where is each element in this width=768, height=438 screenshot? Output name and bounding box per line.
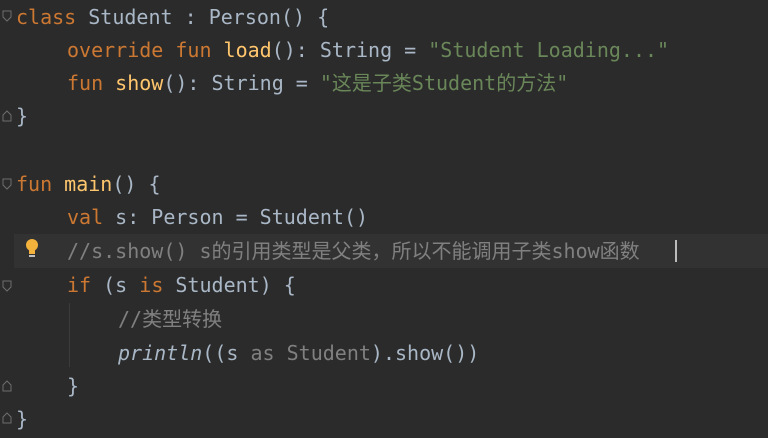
fold-start-icon[interactable] xyxy=(2,178,12,190)
code-line-11[interactable]: println((s as Student).show()) xyxy=(16,336,479,370)
string-literal: "这是子类Student的方法" xyxy=(319,71,569,95)
code-line-9[interactable]: if (s is Student) { xyxy=(16,268,296,302)
lightbulb-icon[interactable] xyxy=(24,238,40,258)
code-line-4[interactable]: } xyxy=(16,99,28,133)
keyword: is xyxy=(139,273,164,297)
keyword: if xyxy=(67,273,92,297)
comment: //类型转换 xyxy=(118,307,223,331)
text-cursor xyxy=(675,240,677,262)
editor-gutter xyxy=(0,0,14,438)
fold-end-icon[interactable] xyxy=(2,380,12,392)
keyword: val xyxy=(67,205,104,229)
expression: Student) { xyxy=(175,273,296,297)
fold-end-icon[interactable] xyxy=(2,110,12,122)
code-line-10[interactable]: //类型转换 xyxy=(16,302,222,336)
function-name: main xyxy=(64,172,113,196)
keyword: fun xyxy=(16,172,53,196)
signature: (): String = xyxy=(271,38,417,62)
brace: } xyxy=(16,104,29,128)
keyword: fun xyxy=(67,71,104,95)
indent-guide xyxy=(69,303,70,367)
parent-class: Person() xyxy=(208,5,306,29)
code-line-2[interactable]: override fun load(): String = "Student L… xyxy=(16,33,669,67)
keyword: override xyxy=(67,38,164,62)
fold-end-icon[interactable] xyxy=(2,412,12,424)
comment: //s.show() s的引用类型是父类，所以不能调用子类show函数 xyxy=(67,239,640,263)
signature: (): String = xyxy=(163,71,308,95)
expression: ).show()) xyxy=(370,341,480,365)
class-name: Student xyxy=(88,5,173,29)
code-line-7[interactable]: val s: Person = Student() xyxy=(16,200,368,234)
statement: s: Person = Student() xyxy=(115,205,369,229)
code-editor[interactable]: class Student : Person() { override fun … xyxy=(0,0,768,438)
brace: } xyxy=(67,374,80,398)
code-line-1[interactable]: class Student : Person() { xyxy=(16,0,329,34)
type-name: Student xyxy=(286,341,371,365)
code-line-12[interactable]: } xyxy=(16,369,79,403)
function-call: println xyxy=(118,341,203,365)
expression: (s xyxy=(103,273,128,297)
expression: ((s xyxy=(202,341,239,365)
fold-start-icon[interactable] xyxy=(2,280,12,292)
keyword: as xyxy=(250,341,275,365)
string-literal: "Student Loading..." xyxy=(428,38,670,62)
code-line-8-current[interactable]: //s.show() s的引用类型是父类，所以不能调用子类show函数 xyxy=(14,234,768,268)
brace: { xyxy=(317,5,330,29)
keyword: class xyxy=(16,5,77,29)
function-name: show xyxy=(115,71,164,95)
code-line-13[interactable]: } xyxy=(16,402,28,436)
code-line-6[interactable]: fun main() { xyxy=(16,167,161,201)
keyword: fun xyxy=(175,38,212,62)
signature: () { xyxy=(112,172,161,196)
colon: : xyxy=(184,5,197,29)
function-name: load xyxy=(223,38,272,62)
brace: } xyxy=(16,407,29,431)
code-line-3[interactable]: fun show(): String = "这是子类Student的方法" xyxy=(16,66,568,100)
fold-start-icon[interactable] xyxy=(2,10,12,22)
